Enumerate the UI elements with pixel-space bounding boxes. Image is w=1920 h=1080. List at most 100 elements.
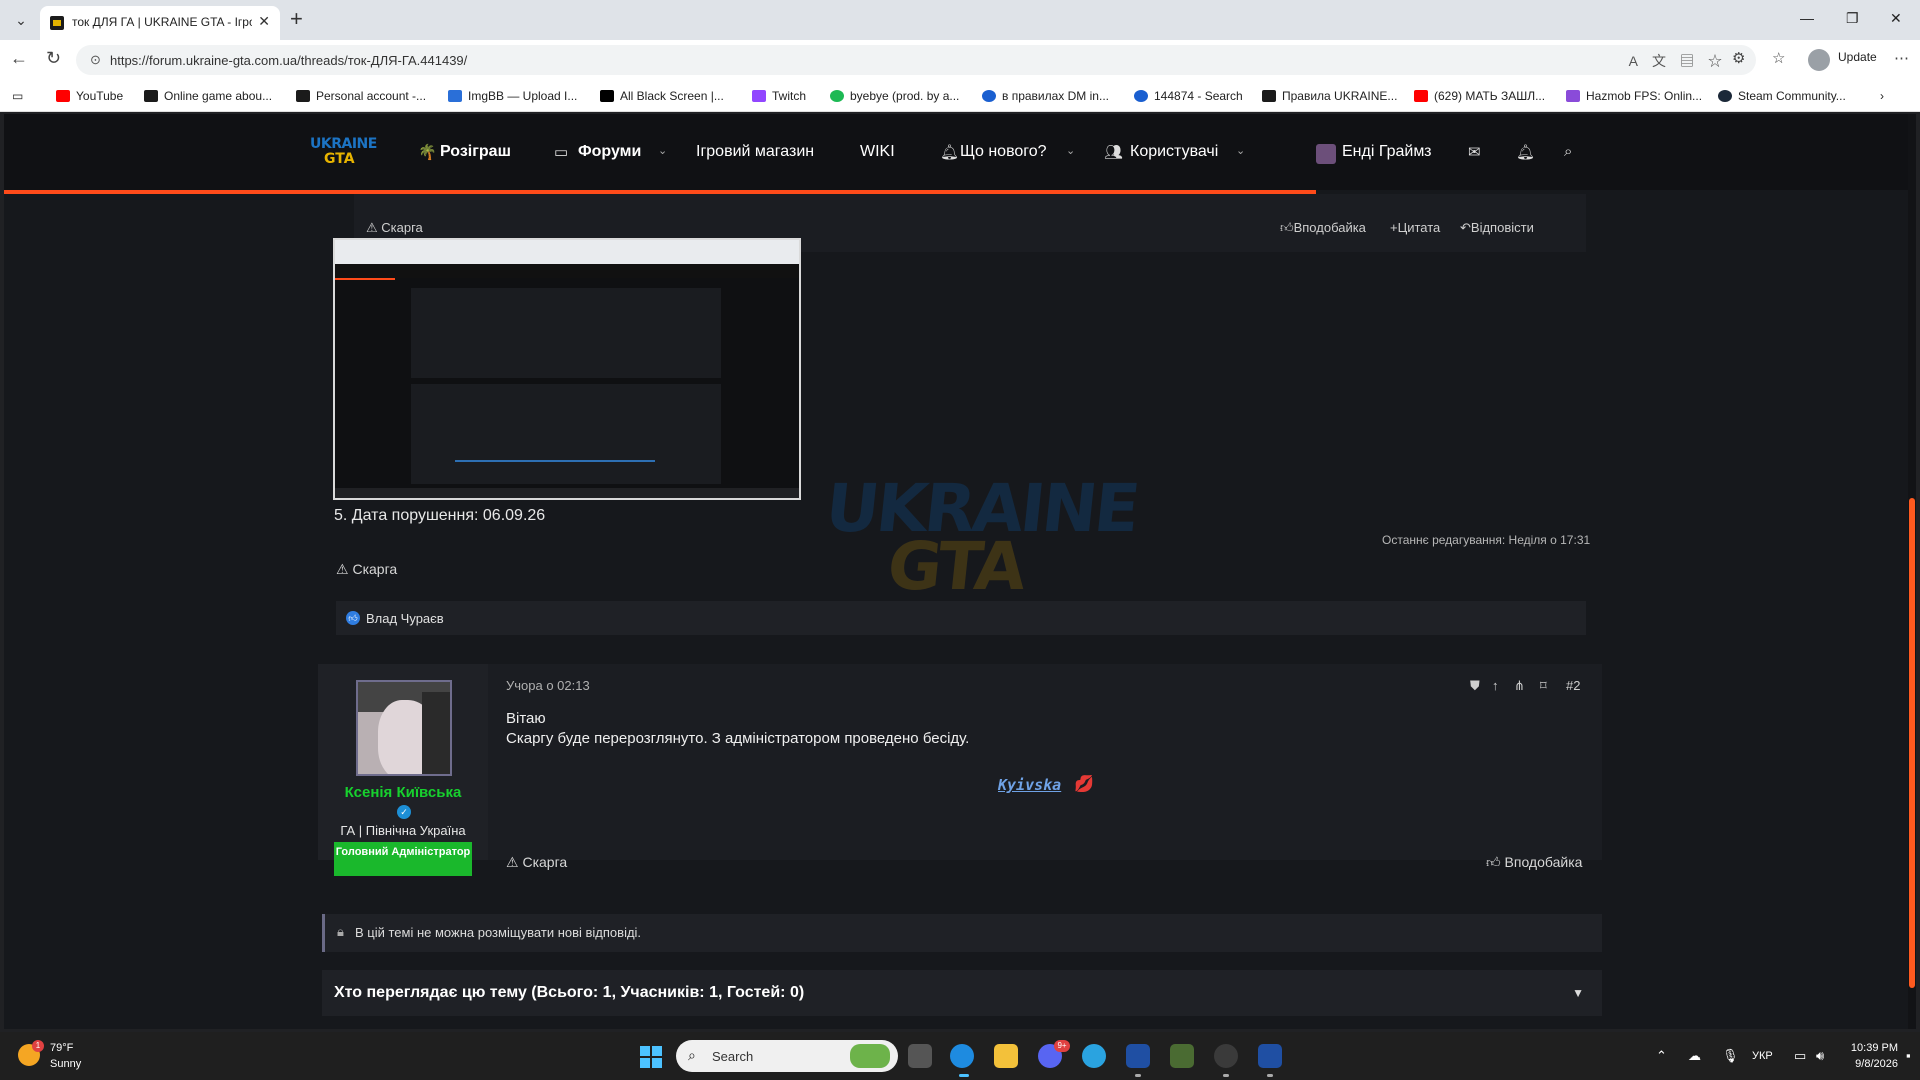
tray-chevron-up-icon[interactable]: ⌃ xyxy=(1656,1048,1667,1064)
reload-icon[interactable]: ↻ xyxy=(46,48,61,69)
new-tab-icon[interactable]: + xyxy=(290,8,303,30)
microphone-icon[interactable]: 🎙︎ xyxy=(1722,1048,1739,1064)
scrollbar-thumb[interactable] xyxy=(1909,498,1915,988)
clock-date[interactable]: 9/8/2026 xyxy=(1838,1058,1898,1070)
weather-temp[interactable]: 79°F xyxy=(50,1042,73,1054)
attachment-post-panel xyxy=(411,288,721,378)
game-launcher-icon[interactable] xyxy=(1126,1044,1150,1068)
post-author-name[interactable]: Ксенія Київська xyxy=(318,784,488,801)
site-logo[interactable]: UKRAINE GTA xyxy=(310,136,377,170)
nav-users[interactable]: Користувачі xyxy=(1130,143,1218,161)
extensions-icon[interactable]: ⚙ xyxy=(1732,49,1745,67)
quote-quote-link[interactable]: +Цитата xyxy=(1390,220,1440,235)
tab-list-chevron-icon[interactable]: ⌄ xyxy=(8,8,34,32)
onedrive-icon[interactable]: ☁ xyxy=(1688,1048,1701,1064)
screenshot-attachment[interactable] xyxy=(333,238,801,500)
weather-condition[interactable]: Sunny xyxy=(50,1058,81,1070)
reaction-user-link[interactable]: Влад Чураєв xyxy=(366,611,444,626)
bookmark-item[interactable]: Hazmob FPS: Onlin... xyxy=(1566,89,1702,103)
signature-link[interactable]: Kyivska xyxy=(998,776,1061,794)
edge-browser-icon[interactable] xyxy=(950,1044,974,1068)
back-icon[interactable]: ← xyxy=(10,48,28,69)
bookmark-item[interactable]: (629) МАТЬ ЗАШЛ... xyxy=(1414,89,1545,103)
alerts-bell-icon[interactable]: 🔔︎ xyxy=(1516,143,1535,161)
quote-reply-link[interactable]: ↶Відповісти xyxy=(1460,220,1534,236)
bookmark-item[interactable]: Правила UKRAINE... xyxy=(1262,89,1397,103)
notifications-icon[interactable]: ▪ xyxy=(1906,1048,1911,1063)
start-icon[interactable] xyxy=(640,1046,662,1068)
update-button[interactable]: Update xyxy=(1838,50,1877,64)
post-number[interactable]: #2 xyxy=(1566,678,1580,693)
bookmark-item[interactable]: Personal account -... xyxy=(296,89,426,103)
lock-icon: 🔒︎ xyxy=(337,924,344,939)
lips-icon: 💋 xyxy=(1074,776,1094,793)
network-icon[interactable]: ▭ xyxy=(1794,1048,1806,1064)
bookmark-item[interactable]: Twitch xyxy=(752,89,806,103)
bookmark-item[interactable]: ImgBB — Upload I... xyxy=(448,89,577,103)
warning-icon: ⚠ xyxy=(366,220,382,235)
close-window-icon[interactable]: ✕ xyxy=(1890,10,1902,27)
bookmarks-bar: ▭ YouTube Online game abou... Personal a… xyxy=(0,80,1920,112)
avatar[interactable] xyxy=(356,680,452,776)
profile-avatar[interactable] xyxy=(1808,49,1830,71)
inbox-icon[interactable]: ✉ xyxy=(1468,143,1481,161)
chevron-down-icon[interactable]: ⌄ xyxy=(1236,144,1245,157)
favorites-icon[interactable]: ☆ xyxy=(1772,49,1785,67)
nav-forums[interactable]: Форуми xyxy=(578,143,641,161)
quote-like-link[interactable]: 👍︎Вподобайка xyxy=(1280,220,1366,236)
thumb-up-icon: 👍︎ xyxy=(1280,220,1294,235)
game-launcher-icon[interactable] xyxy=(1258,1044,1282,1068)
shield-icon[interactable]: ⛊ xyxy=(1470,678,1480,694)
url-text[interactable]: https://forum.ukraine-gta.com.ua/threads… xyxy=(110,53,467,68)
obs-icon[interactable] xyxy=(1214,1044,1238,1068)
report-link[interactable]: ⚠ Скарга xyxy=(506,854,567,871)
post-date[interactable]: Учора о 02:13 xyxy=(506,678,590,693)
bookmark-icon[interactable]: ⌑ xyxy=(1540,678,1547,694)
quote-report-link[interactable]: ⚠ Скарга xyxy=(366,220,423,236)
task-view-icon[interactable] xyxy=(908,1044,932,1068)
reading-list-icon[interactable]: ▭ xyxy=(12,89,23,103)
language-indicator[interactable]: УКР xyxy=(1752,1050,1773,1062)
chevron-down-icon[interactable]: ⌄ xyxy=(1066,144,1075,157)
share-icon[interactable]: ⋔ xyxy=(1514,678,1525,694)
more-menu-icon[interactable]: ⋯ xyxy=(1894,49,1909,67)
telegram-icon[interactable] xyxy=(1082,1044,1106,1068)
taskbar-search[interactable]: ⌕ Search xyxy=(676,1040,898,1072)
bing-search-icon xyxy=(982,90,996,102)
nav-giveaway[interactable]: Розіграш xyxy=(440,143,511,161)
site-info-icon[interactable]: ⊙ xyxy=(90,52,101,68)
thread-viewers-panel[interactable]: Хто переглядає цю тему (Всього: 1, Учасн… xyxy=(322,970,1602,1016)
palm-icon: 🌴 xyxy=(418,144,437,161)
nav-wiki[interactable]: WIKI xyxy=(860,143,895,161)
close-tab-icon[interactable]: ✕ xyxy=(258,13,270,30)
volume-icon[interactable]: 🔊︎ xyxy=(1816,1048,1824,1064)
collapse-toggle-icon[interactable]: ▼ xyxy=(1572,986,1584,1000)
bookmark-item[interactable]: в правилах DM in... xyxy=(982,89,1109,103)
restore-icon[interactable]: ❐ xyxy=(1846,10,1859,27)
arrow-up-icon[interactable]: ↑ xyxy=(1492,678,1499,693)
more-bookmarks-chevron-icon[interactable]: › xyxy=(1880,89,1884,103)
nav-account[interactable]: Енді Граймз xyxy=(1342,143,1432,161)
bookmark-item[interactable]: Steam Community... xyxy=(1718,89,1846,103)
minimize-icon[interactable]: — xyxy=(1800,10,1814,26)
bookmark-item[interactable]: Online game abou... xyxy=(144,89,272,103)
nvidia-icon[interactable] xyxy=(1170,1044,1194,1068)
browser-tab-active[interactable]: ток ДЛЯ ГА | UKRAINE GTA - Ігро ✕ xyxy=(40,6,280,40)
bookmark-item[interactable]: byebye (prod. by a... xyxy=(830,89,959,103)
chevron-down-icon[interactable]: ⌄ xyxy=(658,144,667,157)
bookmark-item[interactable]: All Black Screen |... xyxy=(600,89,724,103)
url-field[interactable]: ⊙ https://forum.ukraine-gta.com.ua/threa… xyxy=(76,45,1756,75)
imgbb-icon xyxy=(448,90,462,102)
site-icon xyxy=(1262,90,1276,102)
url-action-icons[interactable]: A文▤☆ xyxy=(1629,51,1736,71)
bookmark-item[interactable]: 144874 - Search xyxy=(1134,89,1243,103)
search-icon[interactable]: ⌕ xyxy=(1564,143,1572,160)
account-avatar[interactable] xyxy=(1316,144,1336,164)
nav-whats-new[interactable]: Що нового? xyxy=(960,143,1047,161)
clock-time[interactable]: 10:39 PM xyxy=(1838,1042,1898,1054)
report-link[interactable]: ⚠ Скарга xyxy=(336,561,397,578)
like-button[interactable]: 👍︎ Вподобайка xyxy=(1486,854,1582,871)
bookmark-item[interactable]: YouTube xyxy=(56,89,123,103)
file-explorer-icon[interactable] xyxy=(994,1044,1018,1068)
nav-shop[interactable]: Ігровий магазин xyxy=(696,143,814,161)
